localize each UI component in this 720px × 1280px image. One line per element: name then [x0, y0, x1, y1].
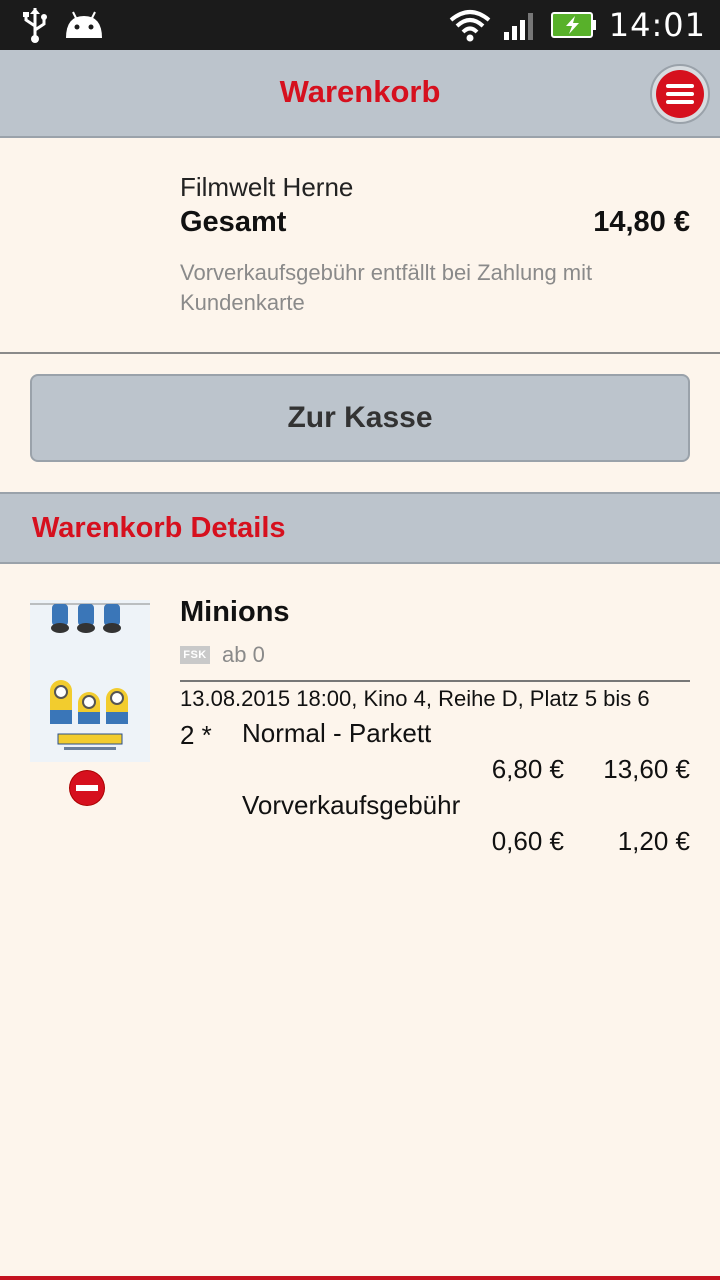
remove-item-button[interactable] — [70, 771, 104, 805]
android-icon — [66, 11, 102, 38]
status-bar: 14:01 — [0, 0, 720, 50]
bottom-accent-line — [0, 1276, 720, 1280]
cart-summary: Filmwelt Herne Gesamt 14,80 € Vorverkauf… — [0, 138, 720, 354]
ticket-line-total: 13,60 € — [603, 754, 690, 784]
item-divider — [180, 680, 690, 682]
showtime-info: 13.08.2015 18:00, Kino 4, Reihe D, Platz… — [180, 686, 650, 711]
page-title: Warenkorb — [279, 74, 441, 109]
battery-icon — [550, 12, 596, 38]
fee-line-total: 1,20 € — [617, 826, 690, 856]
total-value: 14,80 € — [593, 206, 690, 238]
fee-note: Vorverkaufsgebühr entfällt bei Zahlung m… — [180, 260, 593, 315]
signal-icon — [503, 13, 533, 40]
status-time: 14:01 — [608, 6, 706, 44]
ticket-type-label: Normal - Parkett — [242, 718, 432, 748]
fee-unit-price: 0,60 € — [491, 826, 564, 856]
details-title: Warenkorb Details — [32, 512, 286, 544]
hamburger-icon — [656, 70, 704, 118]
minus-icon — [76, 785, 98, 791]
fsk-badge: FSK — [180, 646, 210, 664]
fsk-rating-text: ab 0 — [222, 642, 265, 667]
status-bar-right: 14:01 — [449, 0, 706, 50]
ticket-quantity: 2 * — [180, 720, 212, 750]
details-section-header: Warenkorb Details — [0, 492, 720, 564]
status-bar-left — [20, 6, 104, 44]
wifi-icon — [449, 10, 491, 42]
menu-button[interactable] — [650, 64, 710, 124]
usb-icon — [23, 8, 47, 43]
movie-title: Minions — [180, 596, 290, 628]
fee-type-label: Vorverkaufsgebühr — [242, 790, 461, 820]
checkout-button[interactable]: Zur Kasse — [30, 374, 690, 462]
movie-poster — [30, 600, 150, 762]
total-label: Gesamt — [180, 206, 287, 238]
cinema-name: Filmwelt Herne — [180, 172, 354, 202]
app-bar: Warenkorb — [0, 50, 720, 138]
ticket-unit-price: 6,80 € — [491, 754, 564, 784]
age-rating: FSK ab 0 — [180, 642, 265, 668]
